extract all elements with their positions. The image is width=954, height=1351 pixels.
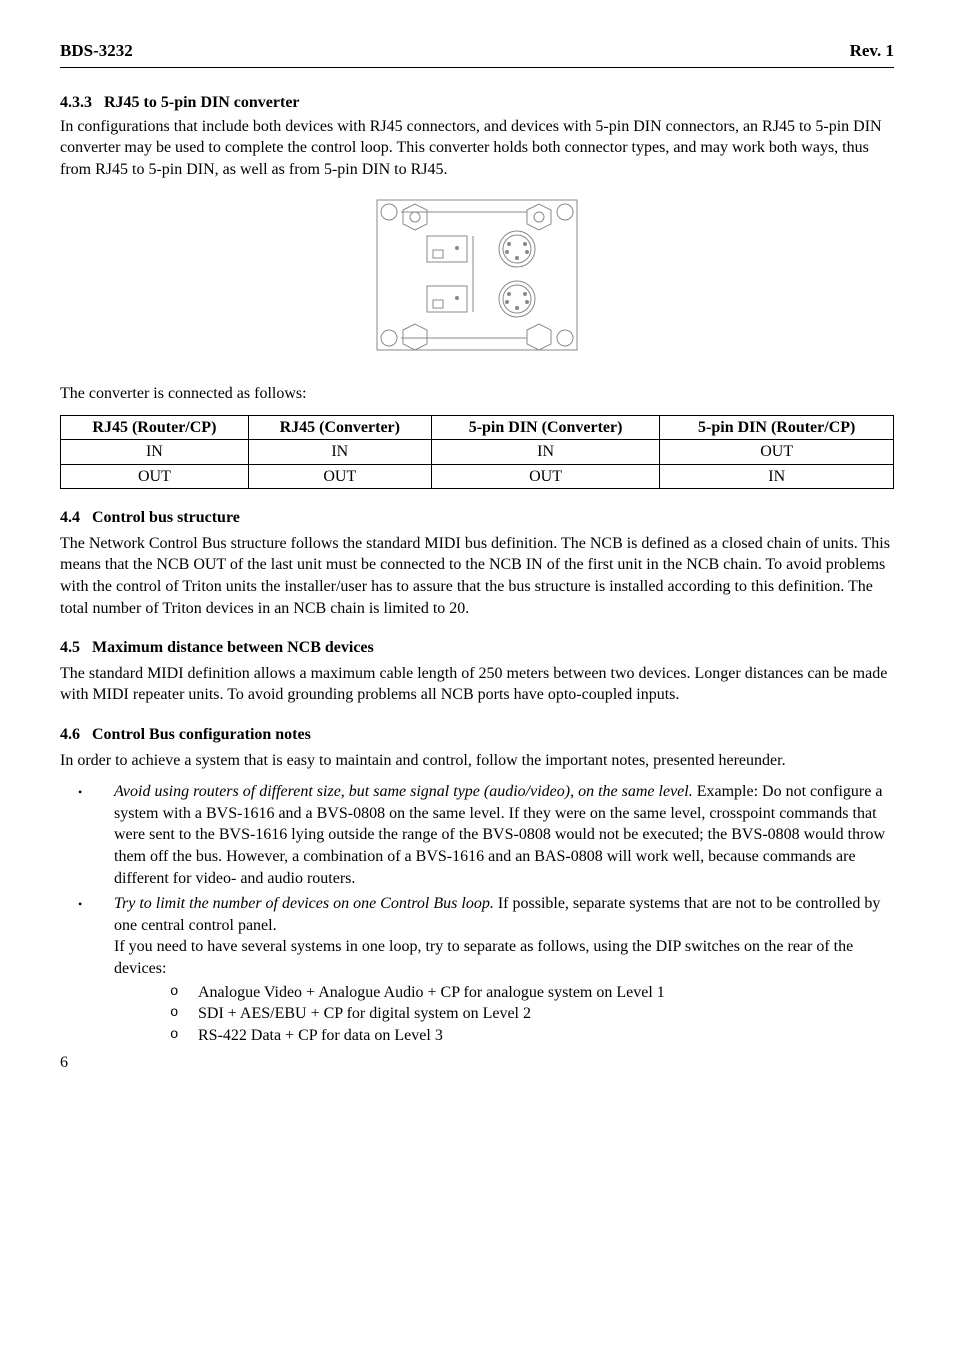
table-row: OUT OUT OUT IN <box>61 464 894 489</box>
heading-4-6: 4.6 Control Bus configuration notes <box>60 724 894 746</box>
sub-item: SDI + AES/EBU + CP for digital system on… <box>114 1003 894 1025</box>
heading-4-3-3: 4.3.3 RJ45 to 5-pin DIN converter <box>60 92 894 114</box>
heading-4-5: 4.5 Maximum distance between NCB devices <box>60 637 894 659</box>
sub-item: Analogue Video + Analogue Audio + CP for… <box>114 982 894 1004</box>
sub-item: RS-422 Data + CP for data on Level 3 <box>114 1025 894 1047</box>
sub-list: Analogue Video + Analogue Audio + CP for… <box>114 982 894 1047</box>
th-rj45-conv: RJ45 (Converter) <box>248 415 431 440</box>
th-din-conv: 5-pin DIN (Converter) <box>431 415 660 440</box>
notes-list: Avoid using routers of different size, b… <box>60 781 894 1046</box>
heading-4-4: 4.4 Control bus structure <box>60 507 894 529</box>
para-4-4: The Network Control Bus structure follow… <box>60 533 894 619</box>
connection-table: RJ45 (Router/CP) RJ45 (Converter) 5-pin … <box>60 415 894 490</box>
doc-id: BDS-3232 <box>60 40 133 63</box>
para-4-5: The standard MIDI definition allows a ma… <box>60 663 894 706</box>
para-4-6-intro: In order to achieve a system that is eas… <box>60 750 894 772</box>
page-header: BDS-3232 Rev. 1 <box>60 40 894 68</box>
list-item: Try to limit the number of devices on on… <box>60 893 894 1046</box>
bullet2-lead: Try to limit the number of devices on on… <box>114 895 494 912</box>
table-row: IN IN IN OUT <box>61 440 894 465</box>
para-4-3-3: In configurations that include both devi… <box>60 116 894 181</box>
converter-intro: The converter is connected as follows: <box>60 383 894 405</box>
page-number: 6 <box>60 1052 894 1074</box>
bullet2-line2: If you need to have several systems in o… <box>114 938 853 977</box>
th-din-router: 5-pin DIN (Router/CP) <box>660 415 894 440</box>
doc-rev: Rev. 1 <box>850 40 894 63</box>
bullet1-lead: Avoid using routers of different size, b… <box>114 783 693 800</box>
converter-diagram <box>60 190 894 367</box>
list-item: Avoid using routers of different size, b… <box>60 781 894 889</box>
th-rj45-router: RJ45 (Router/CP) <box>61 415 249 440</box>
